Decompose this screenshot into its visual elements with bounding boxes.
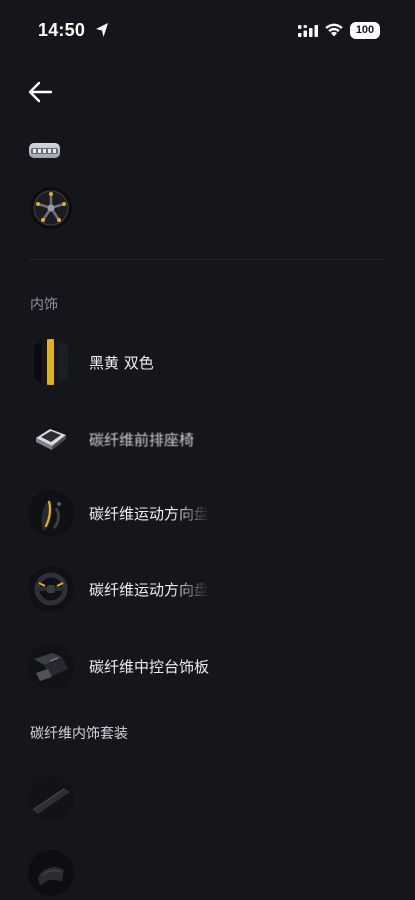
wifi-icon [325,23,343,37]
wheel-icon[interactable] [29,186,73,230]
option-center-console-trim[interactable]: 碳纤维运动方向盘 [28,566,388,612]
option-black-yellow[interactable]: 黑黄 双色 [28,339,388,385]
pack-item-carbon-panel[interactable] [28,850,388,896]
model-badge [29,143,60,158]
option-sport-steering-wheel[interactable]: 碳纤维运动方向盘 [28,490,388,536]
option-label: 碳纤维前排座椅 [89,431,195,449]
cellular-signal-icon [298,25,318,37]
carbon-steering-icon [28,566,74,612]
pack-item-carbon-strip[interactable] [28,776,388,822]
option-label: 碳纤维运动方向盘 [89,505,210,523]
option-label: 碳纤维中控台饰板 [89,658,210,676]
option-label: 黑黄 双色 [89,354,154,372]
carbon-panel-icon [28,850,74,896]
carbon-seat-icon [28,416,74,462]
location-arrow-icon [96,23,108,37]
section-title-carbon-pack: 碳纤维内饰套装 [30,726,128,742]
section-divider [29,259,385,260]
back-button[interactable] [26,78,56,106]
battery-icon: 100 [350,22,380,39]
arrow-left-icon [28,81,53,103]
carbon-trim-strip-icon [28,776,74,822]
status-time: 14:50 [38,20,86,40]
option-carbon-seat[interactable]: 碳纤维前排座椅 [28,416,388,462]
center-console-trim-icon [28,643,74,689]
section-title-interior: 内饰 [30,297,58,313]
steering-wheel-icon [28,490,74,536]
black-yellow-swatch-icon [28,339,74,385]
option-label: 碳纤维运动方向盘 [89,581,210,599]
status-bar: 14:50 100 [0,0,415,62]
option-carbon-console-trim[interactable]: 碳纤维中控台饰板 [28,643,388,689]
